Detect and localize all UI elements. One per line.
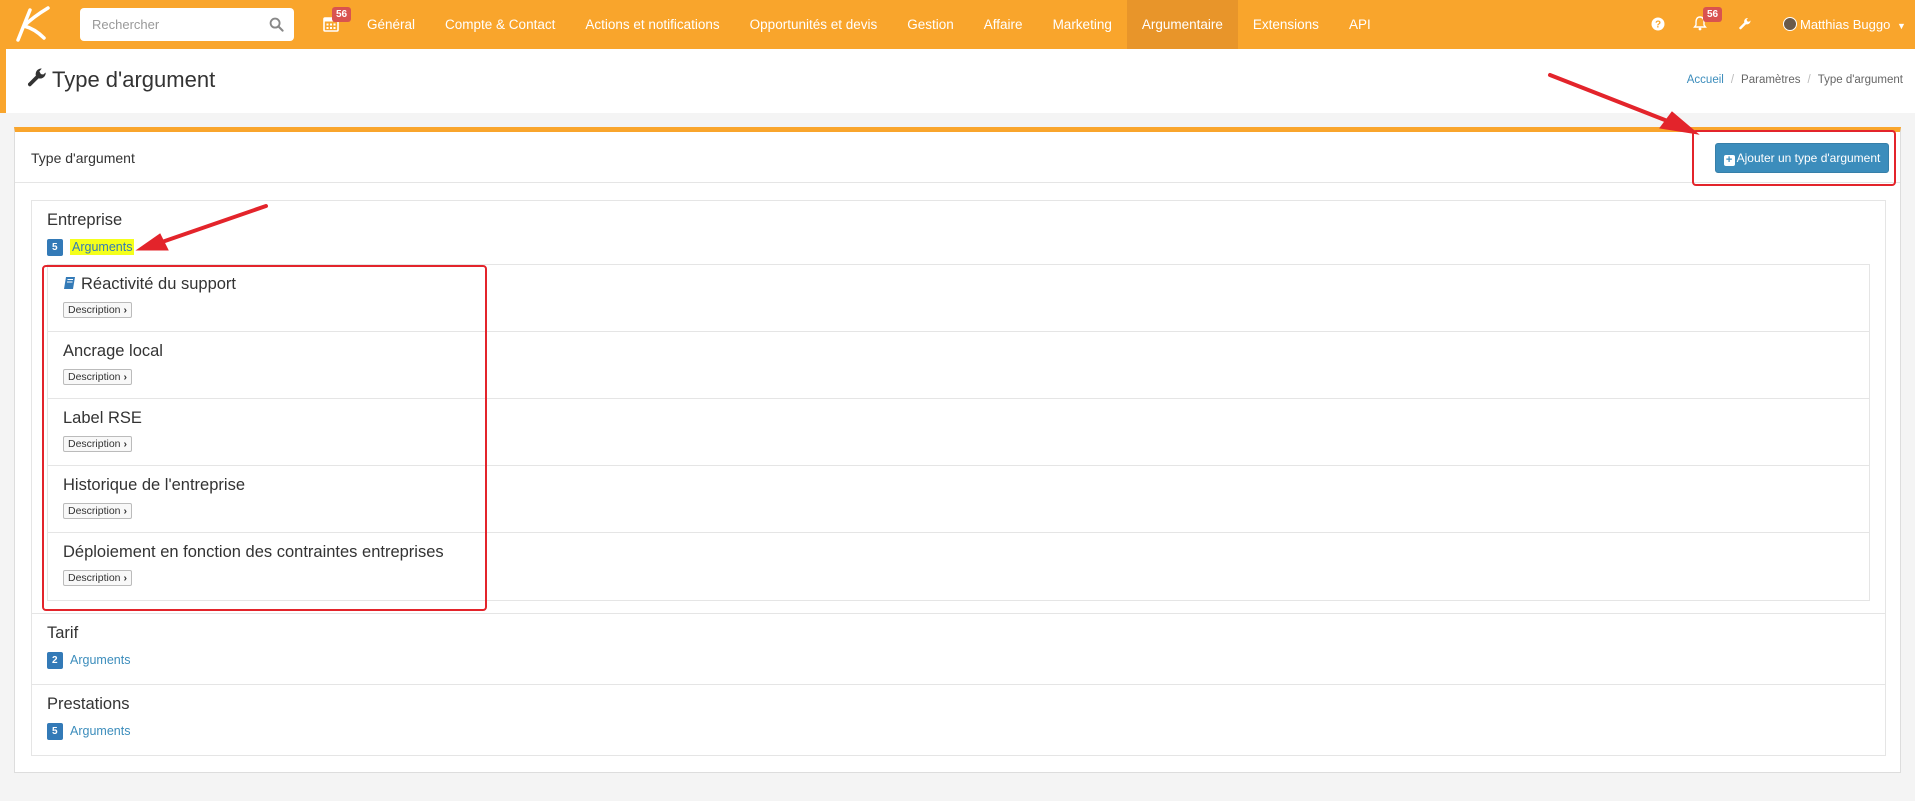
argument-item: Historique de l'entreprise Description ›: [48, 466, 1869, 533]
nav-item-opportunites-devis[interactable]: Opportunités et devis: [735, 0, 893, 49]
page-title-text: Type d'argument: [52, 67, 216, 92]
chevron-right-icon: ›: [123, 371, 127, 383]
description-label: Description: [68, 438, 121, 450]
breadcrumb: Accueil / Paramètres / Type d'argument: [1686, 74, 1903, 86]
count-badge: 5: [47, 239, 63, 256]
arguments-link[interactable]: Arguments: [70, 653, 130, 667]
user-name: Matthias Buggo: [1800, 17, 1891, 32]
user-menu[interactable]: Matthias Buggo ▼: [1783, 0, 1906, 49]
description-label: Description: [68, 572, 121, 584]
top-navbar: 56 Général Compte & Contact Actions et n…: [0, 0, 1915, 49]
description-label: Description: [68, 371, 121, 383]
argument-types-panel: Type d'argument + Ajouter un type d'argum…: [14, 127, 1901, 773]
count-badge: 5: [47, 723, 63, 740]
search-icon[interactable]: [269, 17, 284, 32]
group-name: Prestations: [47, 695, 130, 713]
argument-item: Déploiement en fonction des contraintes …: [48, 533, 1869, 600]
notification-badge: 56: [1703, 7, 1723, 22]
argument-item: Réactivité du support Description ›: [48, 265, 1869, 332]
breadcrumb-current: Type d'argument: [1817, 74, 1903, 86]
nav-item-compte-contact[interactable]: Compte & Contact: [430, 0, 570, 49]
argument-title: Historique de l'entreprise: [63, 476, 245, 494]
argument-title: Déploiement en fonction des contraintes …: [63, 543, 444, 561]
book-icon: [64, 277, 75, 289]
chevron-right-icon: ›: [123, 572, 127, 584]
wrench-icon[interactable]: [1738, 17, 1752, 31]
caret-down-icon: ▼: [1896, 21, 1906, 31]
page-header: Type d'argument Accueil / Paramètres / Type …: [0, 49, 1915, 113]
main-menu: Général Compte & Contact Actions et noti…: [352, 0, 1386, 49]
group-name: Tarif: [47, 624, 79, 642]
nav-item-gestion[interactable]: Gestion: [892, 0, 969, 49]
nav-item-argumentaire[interactable]: Argumentaire: [1126, 0, 1238, 49]
chevron-right-icon: ›: [123, 304, 127, 316]
description-button[interactable]: Description ›: [63, 369, 132, 385]
nav-item-general[interactable]: Général: [352, 0, 430, 49]
list-item: Tarif 2 Arguments: [32, 614, 1885, 685]
argument-item: Ancrage local Description ›: [48, 332, 1869, 399]
calendar-badge: 56: [332, 7, 352, 22]
group-name: Entreprise: [47, 211, 123, 229]
nav-item-actions-notifications[interactable]: Actions et notifications: [570, 0, 734, 49]
argument-list: Réactivité du support Description › Ancr…: [47, 264, 1870, 601]
nav-item-affaire[interactable]: Affaire: [969, 0, 1038, 49]
chevron-right-icon: ›: [123, 505, 127, 517]
argument-title: Réactivité du support: [81, 275, 237, 293]
arguments-link[interactable]: Arguments: [70, 724, 130, 738]
chevron-right-icon: ›: [123, 438, 127, 450]
arguments-link[interactable]: Arguments: [70, 239, 135, 255]
description-button[interactable]: Description ›: [63, 302, 132, 318]
description-button[interactable]: Description ›: [63, 436, 132, 452]
add-button-label: Ajouter un type d'argument: [1736, 151, 1881, 165]
logo-icon[interactable]: [12, 6, 52, 42]
breadcrumb-home[interactable]: Accueil: [1687, 74, 1724, 86]
panel-header: Type d'argument + Ajouter un type d'argum…: [15, 132, 1900, 183]
svg-text:?: ?: [1655, 20, 1661, 31]
nav-item-extensions[interactable]: Extensions: [1238, 0, 1334, 49]
description-button[interactable]: Description ›: [63, 570, 132, 586]
argument-title: Label RSE: [63, 409, 142, 427]
argument-title: Ancrage local: [63, 342, 163, 360]
wrench-icon: [27, 68, 46, 87]
list-item: Prestations 5 Arguments: [32, 685, 1885, 755]
description-label: Description: [68, 505, 121, 517]
argument-type-list: Entreprise 5 Arguments Réactivité du sup…: [31, 200, 1886, 756]
breadcrumb-settings: Paramètres: [1741, 74, 1801, 86]
description-label: Description: [68, 304, 121, 316]
avatar: [1783, 17, 1797, 31]
plus-square-icon: +: [1723, 155, 1735, 166]
add-argument-type-button[interactable]: + Ajouter un type d'argument: [1715, 143, 1889, 173]
list-item: Entreprise 5 Arguments Réactivité du sup…: [32, 201, 1885, 614]
page-title: Type d'argument: [26, 67, 215, 93]
search-box: [80, 8, 294, 41]
nav-item-marketing[interactable]: Marketing: [1038, 0, 1127, 49]
argument-item: Label RSE Description ›: [48, 399, 1869, 466]
help-icon[interactable]: ?: [1651, 17, 1665, 31]
nav-item-api[interactable]: API: [1334, 0, 1386, 49]
panel-title: Type d'argument: [31, 150, 135, 166]
description-button[interactable]: Description ›: [63, 503, 132, 519]
search-input[interactable]: [80, 8, 250, 41]
count-badge: 2: [47, 652, 63, 669]
